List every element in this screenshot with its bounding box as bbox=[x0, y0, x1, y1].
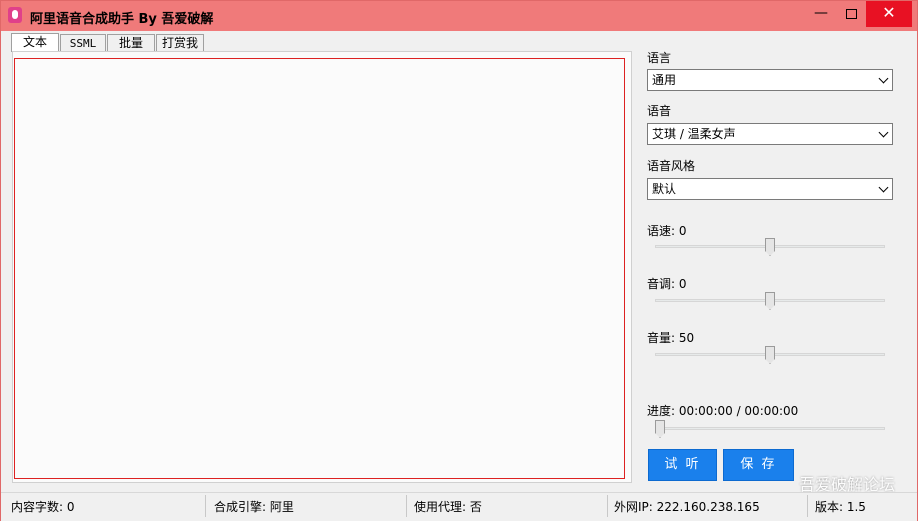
speed-label: 语速: 0 bbox=[647, 224, 687, 238]
proxy-status: 使用代理: 否 bbox=[414, 500, 482, 514]
style-select[interactable]: 默认 bbox=[647, 178, 893, 200]
proxy-value: 否 bbox=[469, 500, 482, 514]
style-select-value: 默认 bbox=[652, 182, 677, 196]
chevron-down-icon bbox=[878, 127, 889, 138]
ip-value: 222.160.238.165 bbox=[656, 500, 760, 514]
volume-label: 音量: 50 bbox=[647, 331, 695, 345]
progress-slider-thumb[interactable] bbox=[655, 420, 665, 438]
status-divider bbox=[807, 495, 808, 517]
voice-select[interactable]: 艾琪 / 温柔女声 bbox=[647, 123, 893, 145]
chevron-down-icon bbox=[878, 182, 889, 193]
window-title: 阿里语音合成助手 By 吾爱破解 bbox=[30, 12, 214, 27]
app-icon bbox=[8, 7, 22, 23]
close-icon: ✕ bbox=[882, 3, 896, 22]
char-count-value: 0 bbox=[66, 500, 75, 514]
tab-text[interactable]: 文本 bbox=[11, 33, 59, 52]
version-value: 1.5 bbox=[846, 500, 866, 514]
speed-value: 0 bbox=[678, 224, 687, 238]
maximize-button[interactable] bbox=[836, 1, 866, 27]
save-button[interactable]: 保 存 bbox=[723, 449, 794, 481]
title-bar[interactable]: 阿里语音合成助手 By 吾爱破解 — ✕ bbox=[1, 1, 917, 31]
char-count-status: 内容字数: 0 bbox=[11, 500, 75, 514]
listen-button[interactable]: 试 听 bbox=[648, 449, 717, 481]
style-label: 语音风格 bbox=[647, 159, 696, 173]
version-status: 版本: 1.5 bbox=[815, 500, 866, 514]
language-select-value: 通用 bbox=[652, 73, 677, 87]
text-input-area[interactable] bbox=[14, 58, 625, 479]
language-select[interactable]: 通用 bbox=[647, 69, 893, 91]
speed-slider-thumb[interactable] bbox=[765, 238, 775, 256]
voice-label: 语音 bbox=[647, 104, 672, 118]
status-bar: 内容字数: 0 合成引擎: 阿里 使用代理: 否 外网IP: 222.160.2… bbox=[1, 492, 917, 521]
minimize-icon: — bbox=[814, 5, 828, 21]
progress-value: 00:00:00 / 00:00:00 bbox=[678, 404, 799, 418]
pitch-label: 音调: 0 bbox=[647, 277, 687, 291]
status-divider bbox=[205, 495, 206, 517]
tab-donate[interactable]: 打赏我 bbox=[156, 34, 204, 51]
minimize-button[interactable]: — bbox=[806, 1, 836, 27]
progress-label: 进度: 00:00:00 / 00:00:00 bbox=[647, 404, 799, 418]
pitch-slider-thumb[interactable] bbox=[765, 292, 775, 310]
ip-status: 外网IP: 222.160.238.165 bbox=[614, 500, 760, 514]
close-button[interactable]: ✕ bbox=[866, 1, 912, 27]
voice-select-value: 艾琪 / 温柔女声 bbox=[652, 127, 736, 141]
status-divider bbox=[607, 495, 608, 517]
status-divider bbox=[406, 495, 407, 517]
volume-value: 50 bbox=[678, 331, 695, 345]
volume-slider-thumb[interactable] bbox=[765, 346, 775, 364]
engine-value: 阿里 bbox=[269, 500, 294, 514]
tab-ssml[interactable]: SSML bbox=[60, 34, 106, 51]
tab-batch[interactable]: 批量 bbox=[107, 34, 155, 51]
pitch-value: 0 bbox=[678, 277, 687, 291]
maximize-icon bbox=[845, 9, 857, 19]
chevron-down-icon bbox=[878, 73, 889, 84]
app-window: 阿里语音合成助手 By 吾爱破解 — ✕ 文本 SSML 批量 打赏我 语言 通… bbox=[0, 0, 918, 521]
progress-slider[interactable] bbox=[655, 427, 885, 430]
language-label: 语言 bbox=[647, 51, 672, 65]
engine-status: 合成引擎: 阿里 bbox=[214, 500, 294, 514]
